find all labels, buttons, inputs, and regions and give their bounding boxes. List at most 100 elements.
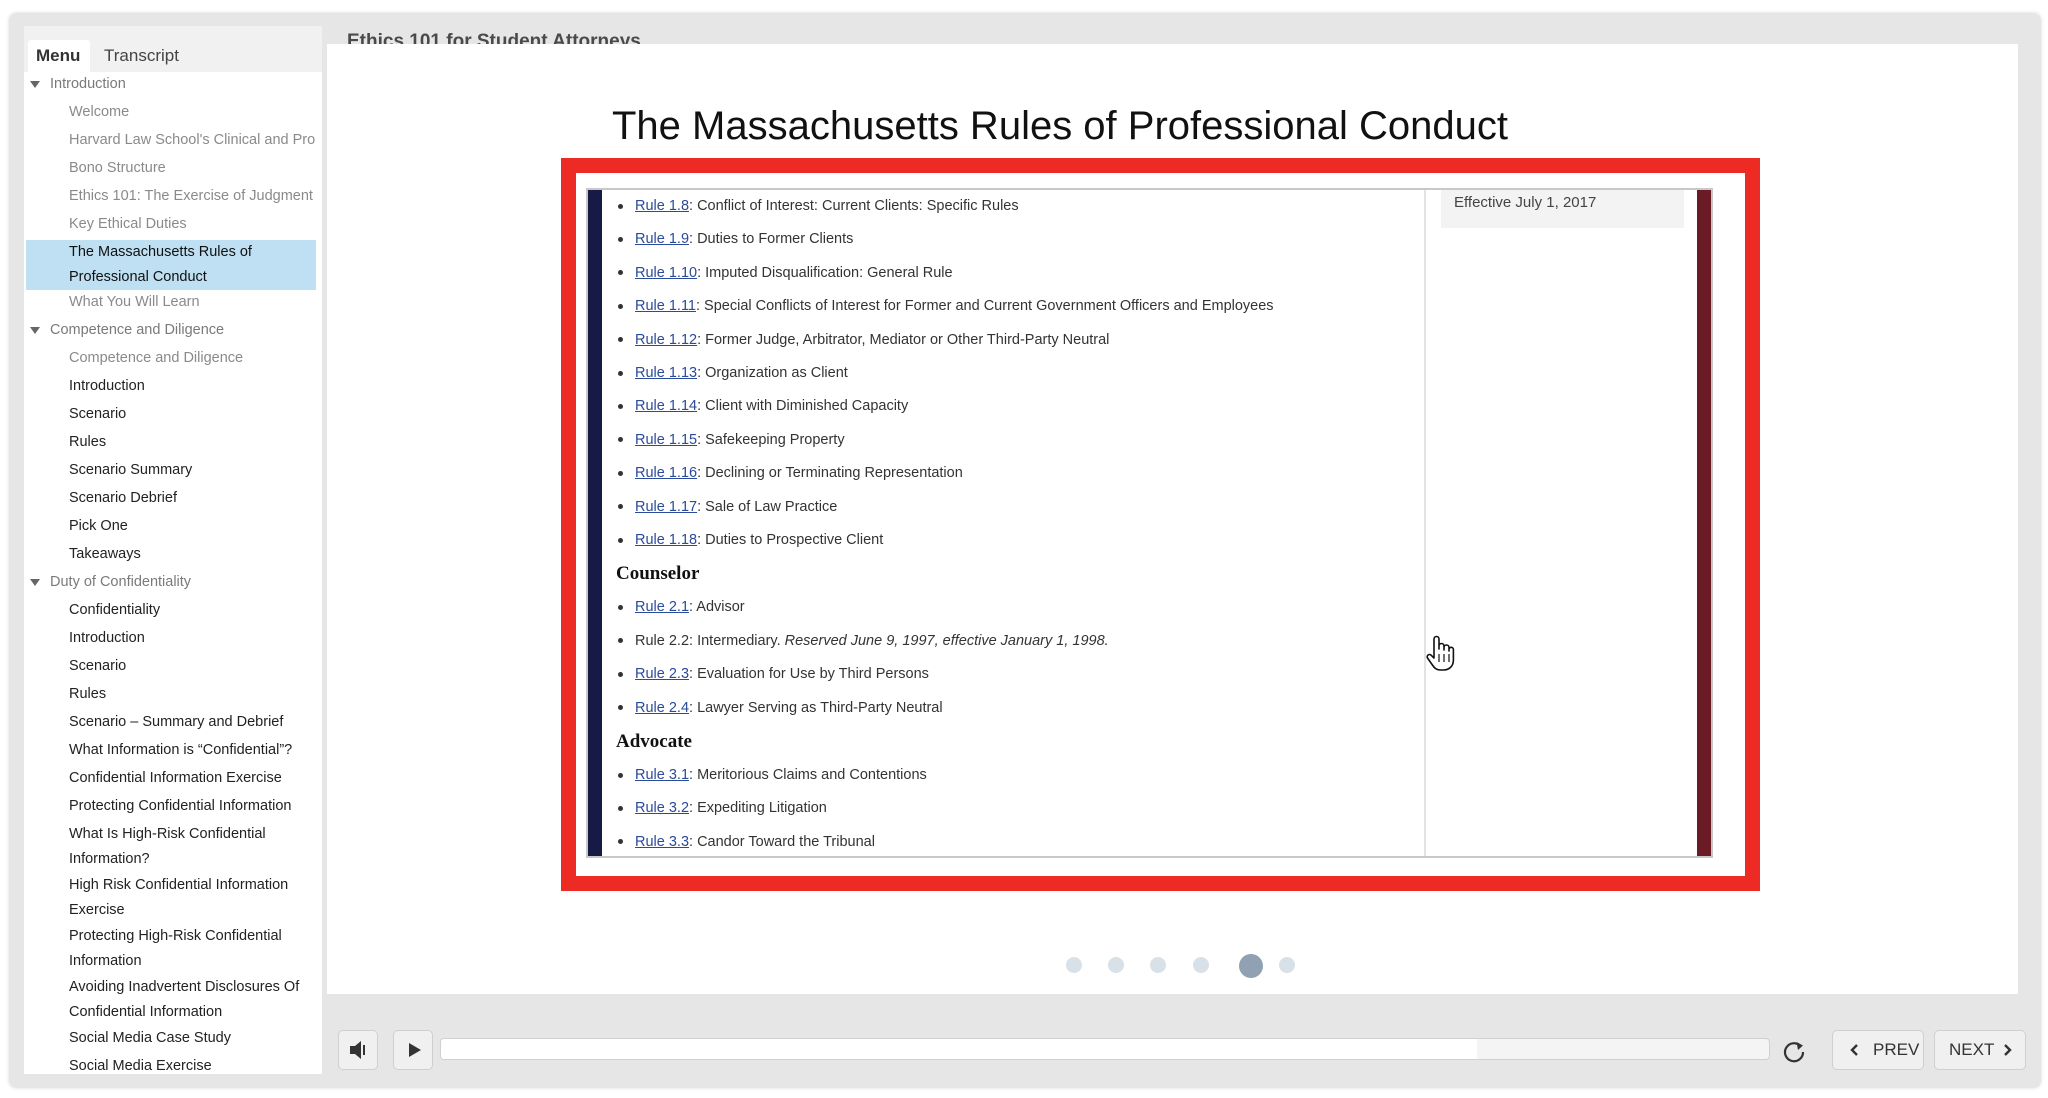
rule-item: Rule 1.14: Client with Diminished Capaci… — [618, 398, 908, 414]
rule-link[interactable]: Rule 1.16 — [635, 465, 697, 481]
menu-item[interactable]: Harvard Law School's Clinical and Pro — [24, 128, 318, 156]
menu-item[interactable]: What You Will Learn — [24, 290, 318, 318]
pager-dot[interactable] — [1193, 957, 1209, 973]
menu-item[interactable]: Scenario – Summary and Debrief — [24, 710, 318, 738]
menu-item[interactable]: Scenario Summary — [24, 458, 318, 486]
highlight-frame: Effective July 1, 2017 Rule 1.8: Conflic… — [561, 158, 1760, 891]
rule-item: Rule 1.15: Safekeeping Property — [618, 432, 845, 448]
menu-item[interactable]: Avoiding Inadvertent Disclosures Of Conf… — [24, 975, 318, 1026]
doc-section-heading: Advocate — [616, 731, 692, 752]
bullet-icon — [618, 303, 623, 309]
rule-link[interactable]: Rule 3.3 — [635, 834, 689, 850]
rule-item: Rule 1.10: Imputed Disqualification: Gen… — [618, 265, 953, 281]
rule-link[interactable]: Rule 1.18 — [635, 532, 697, 548]
menu-item[interactable]: Takeaways — [24, 542, 318, 570]
bullet-icon — [618, 772, 623, 778]
rule-link[interactable]: Rule 2.1 — [635, 599, 689, 615]
menu-item[interactable]: Competence and Diligence — [24, 346, 318, 374]
menu-item[interactable]: What Information is “Confidential”? — [24, 738, 318, 766]
rule-title: : Intermediary. — [689, 632, 785, 649]
sidebar: Menu Transcript Introduction Welcome Harva… — [24, 26, 322, 1074]
rule-link[interactable]: Rule 1.8 — [635, 198, 689, 214]
pager-dot[interactable] — [1108, 957, 1124, 973]
replay-icon[interactable] — [1778, 1036, 1810, 1066]
menu-item[interactable]: Pick One — [24, 514, 318, 542]
rule-link[interactable]: Rule 1.13 — [635, 365, 697, 381]
menu-section[interactable]: Duty of Confidentiality — [24, 570, 318, 598]
menu-item[interactable]: Welcome — [24, 100, 318, 128]
menu-item[interactable]: Social Media Exercise — [24, 1054, 318, 1074]
rule-link[interactable]: Rule 1.15 — [635, 432, 697, 448]
menu-item[interactable]: Scenario — [24, 402, 318, 430]
rule-link[interactable]: Rule 3.1 — [635, 767, 689, 783]
rule-title: : Expediting Litigation — [689, 800, 827, 817]
bullet-icon — [618, 806, 623, 812]
pager-dot[interactable] — [1066, 957, 1082, 973]
rule-link[interactable]: Rule 1.14 — [635, 398, 697, 414]
play-button[interactable] — [393, 1030, 433, 1070]
prev-label: PREV — [1873, 1040, 1920, 1059]
rule-link[interactable]: Rule 1.10 — [635, 265, 697, 281]
menu-item[interactable]: Key Ethical Duties — [24, 212, 318, 240]
menu-item[interactable]: Rules — [24, 430, 318, 458]
bullet-icon — [618, 705, 623, 711]
rule-item: Rule 3.1: Meritorious Claims and Content… — [618, 767, 927, 783]
bullet-icon — [618, 671, 623, 677]
rule-number: Rule 2.2 — [635, 632, 690, 649]
rules-document-screenshot: Effective July 1, 2017 Rule 1.8: Conflic… — [586, 188, 1713, 858]
menu-item[interactable]: Rules — [24, 682, 318, 710]
rule-link[interactable]: Rule 3.2 — [635, 800, 689, 816]
menu-item[interactable]: Scenario Debrief — [24, 486, 318, 514]
rule-link[interactable]: Rule 1.17 — [635, 499, 697, 515]
next-button[interactable]: NEXT — [1934, 1030, 2026, 1070]
rule-link[interactable]: Rule 2.4 — [635, 700, 689, 716]
pager-dot[interactable] — [1279, 957, 1295, 973]
rule-link[interactable]: Rule 1.12 — [635, 332, 697, 348]
menu-item[interactable]: Confidential Information Exercise — [24, 766, 318, 794]
doc-section-heading: Counselor — [616, 563, 700, 585]
menu-item[interactable]: High Risk Confidential Information Exerc… — [24, 873, 318, 924]
volume-icon — [350, 1041, 365, 1059]
menu-item[interactable]: Introduction — [24, 626, 318, 654]
tab-transcript[interactable]: Transcript — [96, 40, 186, 72]
menu-section[interactable]: Introduction — [24, 72, 318, 100]
chevron-left-icon — [1850, 1044, 1858, 1056]
pager-dot[interactable] — [1150, 957, 1166, 973]
menu-item[interactable]: Protecting Confidential Information — [24, 794, 318, 822]
play-icon — [409, 1043, 421, 1057]
chevron-right-icon — [2004, 1044, 2012, 1056]
rule-title: : Duties to Prospective Client — [697, 532, 884, 548]
rule-item: Rule 2.3: Evaluation for Use by Third Pe… — [618, 666, 929, 682]
effective-date: Effective July 1, 2017 — [1454, 194, 1597, 211]
rule-item: Rule 1.9: Duties to Former Clients — [618, 231, 853, 247]
rule-title: : Safekeeping Property — [697, 431, 845, 448]
bullet-icon — [618, 470, 623, 476]
menu-item[interactable]: The Massachusetts Rules of Professional … — [26, 240, 316, 290]
rule-link[interactable]: Rule 1.11 — [635, 298, 696, 314]
menu-section[interactable]: Competence and Diligence — [24, 318, 318, 346]
rule-title: : Client with Diminished Capacity — [697, 398, 909, 415]
rule-link[interactable]: Rule 2.3 — [635, 666, 689, 682]
rule-item: Rule 2.4: Lawyer Serving as Third-Party … — [618, 700, 943, 716]
menu-item[interactable]: Ethics 101: The Exercise of Judgment — [24, 184, 318, 212]
next-label: NEXT — [1949, 1040, 1995, 1059]
seek-bar[interactable] — [440, 1038, 1770, 1060]
caret-down-icon — [30, 81, 40, 88]
pager-dot[interactable] — [1239, 954, 1263, 978]
doc-left-bar — [588, 190, 602, 856]
rule-title: : Imputed Disqualification: General Rule — [697, 264, 953, 281]
sidebar-tabs: Menu Transcript — [24, 40, 322, 72]
menu-item[interactable]: Bono Structure — [24, 156, 318, 184]
seek-progress — [441, 1039, 1477, 1059]
menu-item[interactable]: Scenario — [24, 654, 318, 682]
menu-item[interactable]: Introduction — [24, 374, 318, 402]
menu-item[interactable]: What Is High-Risk Confidential Informati… — [24, 822, 318, 873]
menu-item[interactable]: Social Media Case Study — [24, 1026, 318, 1054]
rule-item: Rule 1.12: Former Judge, Arbitrator, Med… — [618, 332, 1109, 348]
volume-button[interactable] — [338, 1030, 378, 1070]
menu-item[interactable]: Confidentiality — [24, 598, 318, 626]
menu-item[interactable]: Protecting High-Risk Confidential Inform… — [24, 924, 318, 975]
tab-menu[interactable]: Menu — [28, 40, 90, 72]
rule-link[interactable]: Rule 1.9 — [635, 231, 689, 247]
prev-button[interactable]: PREV — [1832, 1030, 1924, 1070]
